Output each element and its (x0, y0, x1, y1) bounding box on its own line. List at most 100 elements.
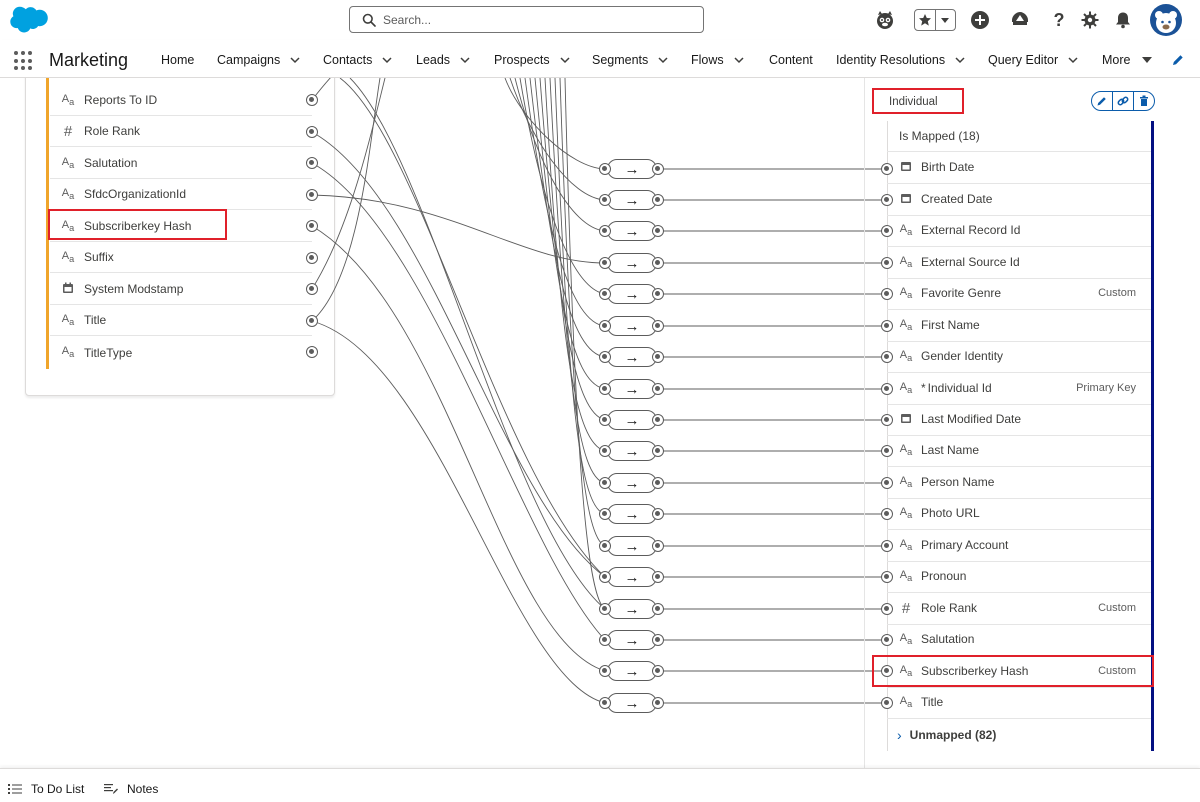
mapping-output-port[interactable] (652, 257, 664, 269)
target-port[interactable] (881, 194, 893, 206)
field-mapping-node[interactable]: → (607, 536, 657, 556)
target-port[interactable] (881, 697, 893, 709)
mapping-output-port[interactable] (652, 665, 664, 677)
nav-item-campaigns[interactable]: Campaigns (217, 53, 300, 67)
mapping-input-port[interactable] (599, 163, 611, 175)
mapping-output-port[interactable] (652, 320, 664, 332)
mapping-output-port[interactable] (652, 445, 664, 457)
target-port[interactable] (881, 351, 893, 363)
target-port[interactable] (881, 665, 893, 677)
chevron-down-icon[interactable] (658, 55, 668, 65)
target-field-row[interactable]: Birth Date (887, 152, 1151, 184)
chevron-down-icon[interactable] (290, 55, 300, 65)
nav-item-contacts[interactable]: Contacts (323, 53, 392, 67)
target-port[interactable] (881, 414, 893, 426)
field-mapping-node[interactable]: → (607, 316, 657, 336)
field-mapping-node[interactable]: → (607, 661, 657, 681)
target-port[interactable] (881, 288, 893, 300)
field-mapping-node[interactable]: → (607, 473, 657, 493)
target-field-row[interactable]: Aa Last Name (887, 435, 1151, 467)
chevron-down-icon[interactable] (460, 55, 470, 65)
chevron-down-icon[interactable] (1068, 55, 1078, 65)
app-launcher-icon[interactable] (14, 51, 34, 71)
nav-item-content[interactable]: Content (769, 53, 813, 67)
source-port[interactable] (306, 315, 318, 327)
source-port[interactable] (306, 346, 318, 358)
target-field-row[interactable]: Created Date (887, 184, 1151, 216)
mapping-output-port[interactable] (652, 351, 664, 363)
field-mapping-node[interactable]: → (607, 410, 657, 430)
mapping-output-port[interactable] (652, 697, 664, 709)
target-field-row[interactable]: Aa External Record Id (887, 215, 1151, 247)
mapping-input-port[interactable] (599, 540, 611, 552)
edit-nav-icon[interactable] (1171, 53, 1185, 67)
help-button[interactable]: ? (1047, 8, 1071, 32)
mapping-input-port[interactable] (599, 414, 611, 426)
favorites-list-button[interactable] (934, 10, 956, 30)
nav-item-segments[interactable]: Segments (592, 53, 668, 67)
field-mapping-node[interactable]: → (607, 379, 657, 399)
mapping-output-port[interactable] (652, 194, 664, 206)
mapping-input-port[interactable] (599, 603, 611, 615)
field-mapping-node[interactable]: → (607, 504, 657, 524)
mapping-output-port[interactable] (652, 571, 664, 583)
field-mapping-node[interactable]: → (607, 284, 657, 304)
mapping-output-port[interactable] (652, 163, 664, 175)
field-mapping-node[interactable]: → (607, 630, 657, 650)
global-search[interactable] (349, 6, 704, 33)
trailhead-button[interactable] (1008, 8, 1032, 32)
target-port[interactable] (881, 225, 893, 237)
mapping-input-port[interactable] (599, 320, 611, 332)
target-field-row[interactable]: Aa Photo URL (887, 498, 1151, 530)
chevron-down-icon[interactable] (734, 55, 744, 65)
target-field-row[interactable]: Aa * Individual Id Primary Key (887, 373, 1151, 405)
salesforce-cloud-logo[interactable] (10, 6, 48, 33)
source-port[interactable] (306, 283, 318, 295)
target-field-row[interactable]: Aa Person Name (887, 467, 1151, 499)
mapping-input-port[interactable] (599, 383, 611, 395)
mapping-input-port[interactable] (599, 288, 611, 300)
target-field-row[interactable]: Aa Primary Account (887, 530, 1151, 562)
target-field-row[interactable]: Last Modified Date (887, 404, 1151, 436)
target-port[interactable] (881, 445, 893, 457)
target-port[interactable] (881, 571, 893, 583)
mapping-output-port[interactable] (652, 477, 664, 489)
target-port[interactable] (881, 320, 893, 332)
target-field-row[interactable]: Aa Title (887, 687, 1151, 719)
field-mapping-node[interactable]: → (607, 599, 657, 619)
target-port[interactable] (881, 603, 893, 615)
chevron-down-icon[interactable] (382, 55, 392, 65)
source-port[interactable] (306, 189, 318, 201)
target-field-row[interactable]: Aa Favorite Genre Custom (887, 278, 1151, 310)
search-input[interactable] (383, 11, 683, 29)
mapping-input-port[interactable] (599, 634, 611, 646)
nav-item-flows[interactable]: Flows (691, 53, 744, 67)
target-port[interactable] (881, 257, 893, 269)
source-port[interactable] (306, 126, 318, 138)
mapping-output-port[interactable] (652, 540, 664, 552)
target-field-row[interactable]: Aa Pronoun (887, 561, 1151, 593)
mapping-input-port[interactable] (599, 351, 611, 363)
mapping-output-port[interactable] (652, 414, 664, 426)
mapping-output-port[interactable] (652, 508, 664, 520)
target-port[interactable] (881, 634, 893, 646)
field-mapping-node[interactable]: → (607, 567, 657, 587)
mapping-output-port[interactable] (652, 634, 664, 646)
nav-item-home[interactable]: Home (161, 53, 194, 67)
mapping-input-port[interactable] (599, 445, 611, 457)
is-mapped-section-header[interactable]: Is Mapped (18) (887, 121, 1151, 152)
mapping-input-port[interactable] (599, 571, 611, 583)
source-port[interactable] (306, 94, 318, 106)
nav-item-query-editor[interactable]: Query Editor (988, 53, 1078, 67)
nav-item-leads[interactable]: Leads (416, 53, 470, 67)
mapping-input-port[interactable] (599, 697, 611, 709)
todo-list-button[interactable]: To Do List (8, 782, 84, 796)
target-port[interactable] (881, 508, 893, 520)
favorites-star-button[interactable] (915, 10, 935, 30)
field-mapping-node[interactable]: → (607, 347, 657, 367)
source-port[interactable] (306, 252, 318, 264)
target-port[interactable] (881, 540, 893, 552)
field-mapping-node[interactable]: → (607, 253, 657, 273)
target-port[interactable] (881, 163, 893, 175)
notes-button[interactable]: Notes (104, 782, 158, 796)
